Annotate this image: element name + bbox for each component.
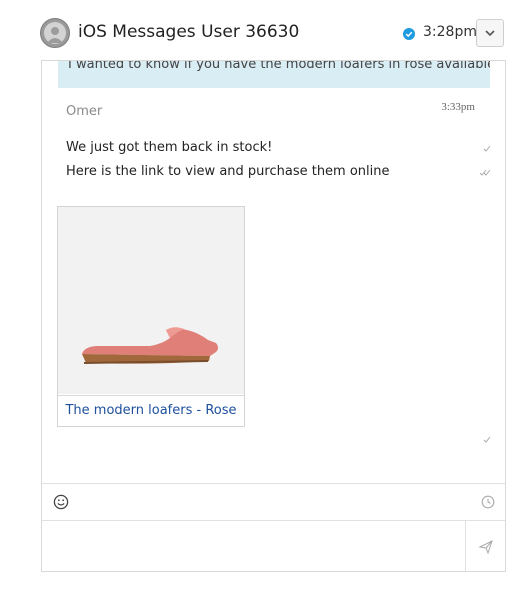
user-silhouette-icon bbox=[44, 22, 66, 44]
product-link[interactable]: The modern loafers - Rose bbox=[58, 395, 244, 426]
avatar[interactable] bbox=[40, 18, 70, 48]
previous-message-text: I wanted to know if you have the modern … bbox=[68, 61, 490, 72]
single-check-icon bbox=[483, 145, 491, 152]
message-composer bbox=[42, 520, 505, 571]
double-check-icon bbox=[479, 169, 491, 176]
send-icon bbox=[477, 539, 493, 554]
message-text: Here is the link to view and purchase th… bbox=[66, 164, 390, 179]
single-check-icon bbox=[483, 436, 491, 443]
conversation-header: iOS Messages User 36630 3:28pm bbox=[0, 0, 513, 64]
header-time: 3:28pm bbox=[423, 24, 477, 40]
previous-message: I wanted to know if you have the modern … bbox=[58, 61, 490, 88]
sender-name: Omer bbox=[66, 104, 103, 119]
clock-icon[interactable] bbox=[481, 495, 495, 509]
message-input[interactable] bbox=[42, 521, 465, 571]
conversation-panel: I wanted to know if you have the modern … bbox=[41, 60, 506, 572]
message-time: 3:33pm bbox=[441, 101, 475, 113]
message-text: We just got them back in stock! bbox=[66, 140, 273, 155]
send-button[interactable] bbox=[465, 521, 505, 571]
shoe-image[interactable] bbox=[58, 207, 244, 394]
composer-toolbar bbox=[42, 483, 505, 521]
options-dropdown-button[interactable] bbox=[476, 19, 504, 47]
check-circle-icon bbox=[403, 28, 415, 40]
conversation-title: iOS Messages User 36630 bbox=[78, 22, 300, 42]
product-card[interactable]: The modern loafers - Rose bbox=[57, 206, 245, 427]
chevron-down-icon bbox=[485, 30, 495, 37]
smiley-icon[interactable] bbox=[53, 494, 69, 510]
